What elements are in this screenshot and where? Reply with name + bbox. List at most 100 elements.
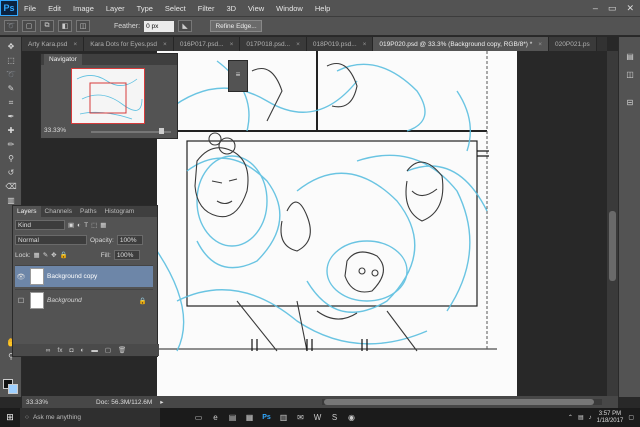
folder-icon[interactable]: ▥ — [275, 408, 292, 427]
filter-pixel-icon[interactable]: ▣ — [68, 221, 74, 229]
cortana-search[interactable]: ○ Ask me anything — [20, 408, 160, 427]
blend-mode-select[interactable]: Normal — [15, 235, 87, 245]
artwork-canvas[interactable] — [156, 51, 517, 396]
vertical-scrollbar[interactable] — [607, 51, 618, 396]
volume-icon[interactable]: ♪ — [589, 415, 592, 421]
close-icon[interactable]: × — [73, 41, 77, 48]
trash-icon[interactable]: 🗑 — [118, 346, 126, 354]
tab-document[interactable]: 016P017.psd... × — [173, 37, 241, 51]
stamp-tool-icon[interactable]: ⚲ — [5, 153, 17, 164]
windows-start-icon[interactable]: ⊞ — [0, 408, 20, 427]
layer-row[interactable]: ☐ Background 🔒 — [15, 289, 153, 311]
navigator-zoom[interactable]: 33.33% — [44, 127, 66, 134]
menu-file[interactable]: File — [18, 4, 42, 13]
new-group-icon[interactable]: ▬ — [91, 347, 98, 354]
tab-document[interactable]: 020P021.ps — [549, 37, 597, 51]
word-icon[interactable]: W — [309, 408, 326, 427]
tab-paths[interactable]: Paths — [76, 206, 101, 217]
menu-filter[interactable]: Filter — [192, 4, 221, 13]
horizontal-scrollbar[interactable] — [322, 399, 602, 405]
tab-document[interactable]: 018P019.psd... × — [306, 37, 374, 51]
lock-position-icon[interactable]: ✥ — [51, 251, 56, 259]
quick-select-tool-icon[interactable]: ✎ — [5, 83, 17, 94]
network-icon[interactable]: ▤ — [578, 414, 584, 421]
fill-input[interactable]: 100% — [113, 250, 140, 260]
menu-image[interactable]: Image — [67, 4, 100, 13]
collapsed-panel[interactable]: ≡ — [228, 60, 248, 92]
intersect-selection-icon[interactable]: ◫ — [76, 20, 90, 32]
menu-view[interactable]: View — [242, 4, 270, 13]
scrollbar-thumb[interactable] — [324, 399, 594, 405]
new-layer-icon[interactable]: ▢ — [105, 346, 111, 354]
subtract-selection-icon[interactable]: ◧ — [58, 20, 72, 32]
brush-tool-icon[interactable]: ✏ — [5, 139, 17, 150]
maximize-button[interactable]: ▭ — [608, 3, 617, 14]
history-brush-icon[interactable]: ↺ — [5, 167, 17, 178]
file-explorer-icon[interactable]: ▤ — [224, 408, 241, 427]
close-icon[interactable]: × — [230, 41, 234, 48]
properties-dock-icon[interactable]: ⊟ — [624, 97, 636, 108]
tab-layers[interactable]: Layers — [13, 206, 41, 217]
eyedropper-tool-icon[interactable]: ✒ — [5, 111, 17, 122]
filter-adjust-icon[interactable]: ◐ — [77, 222, 81, 229]
edge-icon[interactable]: e — [207, 408, 224, 427]
filter-type-icon[interactable]: T — [84, 222, 88, 229]
store-icon[interactable]: ▦ — [241, 408, 258, 427]
lock-all-icon[interactable]: 🔒 — [60, 251, 68, 259]
lock-transparent-icon[interactable]: ▦ — [34, 251, 40, 259]
visibility-toggle[interactable]: ☐ — [15, 297, 27, 305]
task-view-icon[interactable]: ▭ — [190, 408, 207, 427]
crop-tool-icon[interactable]: ⌗ — [5, 97, 17, 108]
add-selection-icon[interactable]: ⧉ — [40, 20, 54, 32]
brush-settings-icon[interactable]: ≡ — [232, 69, 244, 80]
menu-select[interactable]: Select — [159, 4, 192, 13]
add-mask-icon[interactable]: ◘ — [69, 347, 73, 354]
menu-edit[interactable]: Edit — [42, 4, 67, 13]
lasso-tool-icon[interactable]: ➰ — [5, 69, 17, 80]
marquee-tool-icon[interactable]: ⬚ — [5, 55, 17, 66]
close-icon[interactable]: × — [296, 41, 300, 48]
close-icon[interactable]: × — [363, 41, 367, 48]
tab-document[interactable]: Arty Kara.psd × — [22, 37, 85, 51]
navigator-thumbnail[interactable] — [71, 68, 145, 124]
navigator-title[interactable]: Navigator — [44, 54, 82, 65]
eraser-tool-icon[interactable]: ⌫ — [5, 181, 17, 192]
anti-alias-icon[interactable]: ◣ — [178, 20, 193, 32]
refine-edge-button[interactable]: Refine Edge... — [210, 20, 263, 32]
layers-dock-icon[interactable]: ▤ — [624, 51, 636, 62]
lock-pixels-icon[interactable]: ✎ — [43, 251, 48, 259]
menu-layer[interactable]: Layer — [100, 4, 131, 13]
move-tool-icon[interactable]: ✥ — [5, 41, 17, 52]
close-icon[interactable]: × — [163, 41, 167, 48]
filter-shape-icon[interactable]: ⬚ — [91, 221, 97, 229]
lasso-icon[interactable]: ➰ — [4, 20, 18, 32]
healing-tool-icon[interactable]: ✚ — [5, 125, 17, 136]
filter-kind-select[interactable]: Kind — [15, 220, 65, 230]
menu-help[interactable]: Help — [309, 4, 336, 13]
chrome-icon[interactable]: ◉ — [343, 408, 360, 427]
tab-document[interactable]: 017P018.psd... × — [240, 37, 307, 51]
feather-input[interactable] — [144, 20, 175, 32]
close-button[interactable]: ✕ — [626, 3, 634, 14]
clock[interactable]: 3:57 PM 1/18/2017 — [597, 411, 624, 425]
zoom-slider-knob[interactable] — [159, 128, 164, 134]
tab-document[interactable]: Kara Dots for Eyes.psd × — [84, 37, 174, 51]
channels-dock-icon[interactable]: ◫ — [624, 69, 636, 80]
new-selection-icon[interactable]: ▢ — [22, 20, 36, 32]
scrollbar-thumb[interactable] — [609, 211, 616, 281]
adjustment-layer-icon[interactable]: ◐ — [80, 347, 84, 354]
tab-document-active[interactable]: 019P020.psd @ 33.3% (Background copy, RG… — [373, 37, 550, 51]
tab-channels[interactable]: Channels — [41, 206, 76, 217]
close-icon[interactable]: × — [538, 41, 542, 48]
chevron-up-icon[interactable]: ⌃ — [568, 414, 573, 421]
layer-row[interactable]: 👁 Background copy — [15, 265, 153, 287]
menu-3d[interactable]: 3D — [220, 4, 242, 13]
skype-icon[interactable]: S — [326, 408, 343, 427]
background-color-swatch[interactable] — [8, 384, 18, 394]
photoshop-taskbar-icon[interactable]: Ps — [258, 408, 275, 427]
minimize-button[interactable]: – — [593, 3, 598, 14]
menu-window[interactable]: Window — [270, 4, 309, 13]
opacity-input[interactable]: 100% — [116, 235, 143, 245]
mail-icon[interactable]: ✉ — [292, 408, 309, 427]
eye-icon[interactable]: 👁 — [15, 273, 27, 281]
